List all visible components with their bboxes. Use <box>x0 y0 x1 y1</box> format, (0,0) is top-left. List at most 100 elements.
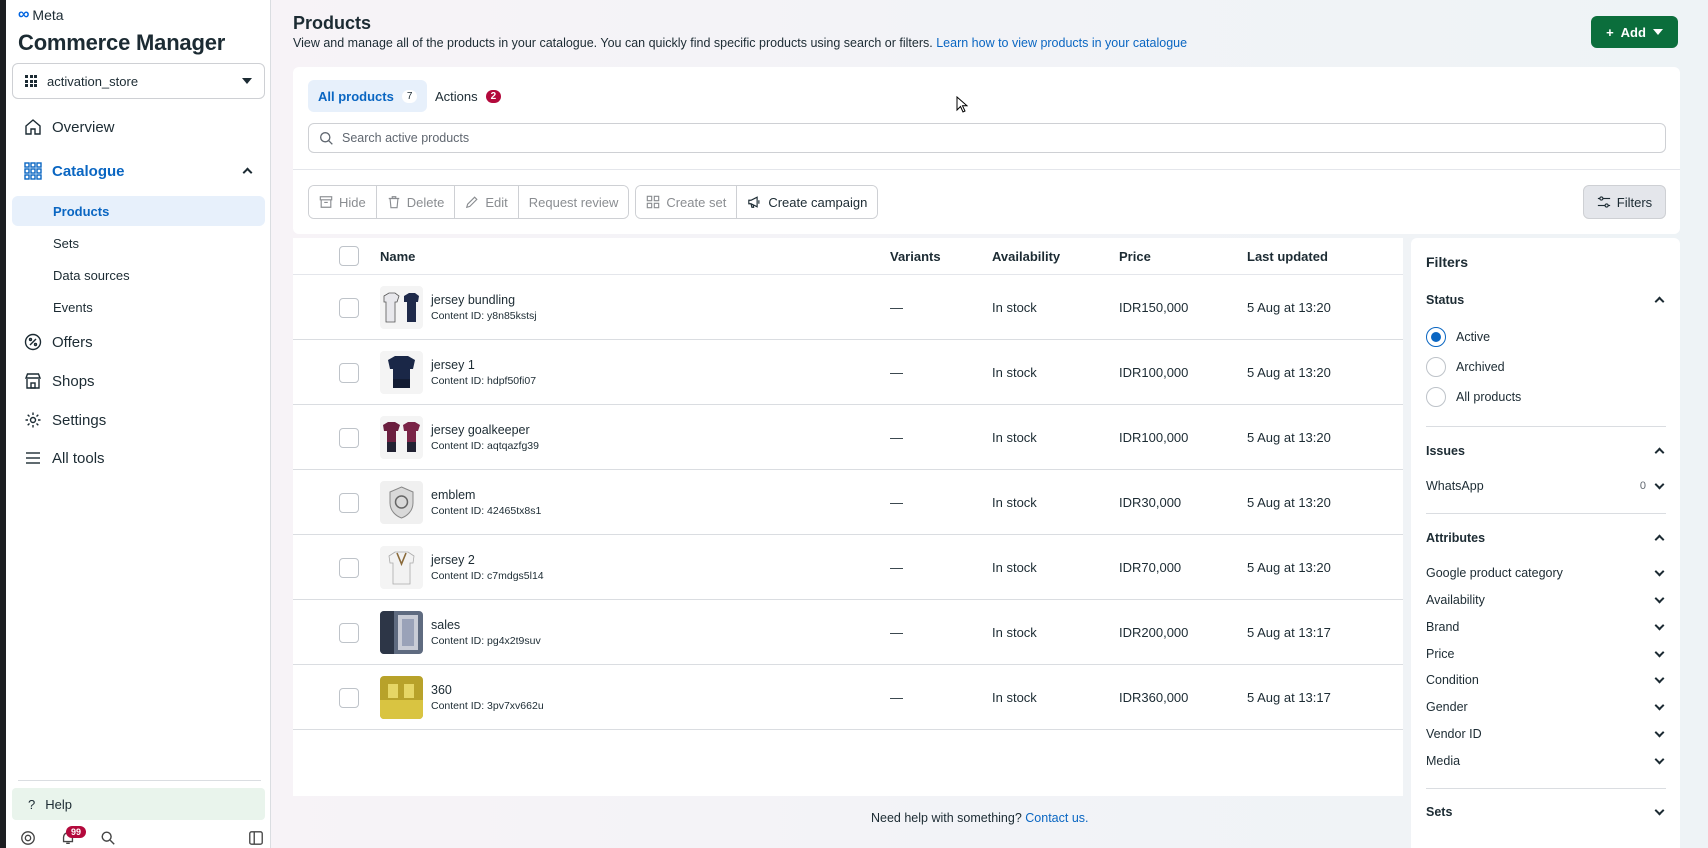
filter-section-attributes[interactable]: Attributes <box>1426 528 1666 548</box>
status-option-active[interactable]: Active <box>1426 326 1490 348</box>
content-id: Content ID: c7mdgs5l14 <box>431 570 544 582</box>
help-button[interactable]: ? Help <box>12 788 265 820</box>
notifications-bell-icon[interactable]: 99 <box>58 826 87 848</box>
table-row[interactable]: jersey 2 Content ID: c7mdgs5l14 — In sto… <box>293 535 1403 600</box>
filter-attr-price[interactable]: Price <box>1426 644 1666 664</box>
filters-title: Filters <box>1426 254 1469 270</box>
sidebar-sub-events[interactable]: Events <box>12 292 265 322</box>
edit-button[interactable]: Edit <box>455 186 519 218</box>
row-checkbox[interactable] <box>339 297 359 318</box>
create-set-button[interactable]: Create set <box>636 186 738 218</box>
filter-attr-vendor-id[interactable]: Vendor ID <box>1426 724 1666 744</box>
tab-actions[interactable]: Actions 2 <box>435 80 502 112</box>
delete-button[interactable]: Delete <box>376 186 456 218</box>
filter-attr-availability[interactable]: Availability <box>1426 590 1666 610</box>
sidebar-item-catalogue[interactable]: Catalogue <box>12 154 265 188</box>
add-button[interactable]: + Add <box>1591 16 1678 48</box>
create-campaign-button[interactable]: Create campaign <box>737 186 878 218</box>
filter-attr-google-category[interactable]: Google product category <box>1426 563 1666 583</box>
column-header-last-updated[interactable]: Last updated <box>1247 238 1328 274</box>
sidebar-sub-products[interactable]: Products <box>12 196 265 226</box>
product-thumbnail <box>380 676 423 719</box>
search-input[interactable] <box>342 131 1665 145</box>
filter-section-issues[interactable]: Issues <box>1426 441 1666 461</box>
filter-attr-gender[interactable]: Gender <box>1426 697 1666 717</box>
product-name[interactable]: jersey 2 <box>431 553 544 567</box>
product-name[interactable]: jersey goalkeeper <box>431 423 539 437</box>
chevron-down-icon <box>1654 620 1665 631</box>
table-row[interactable]: emblem Content ID: 42465tx8s1 — In stock… <box>293 470 1403 535</box>
caret-down-icon <box>242 78 252 84</box>
product-name[interactable]: jersey bundling <box>431 293 537 307</box>
product-name[interactable]: jersey 1 <box>431 358 536 372</box>
action-group: Hide Delete Edit Request review <box>308 185 630 219</box>
filter-issue-whatsapp[interactable]: WhatsApp 0 <box>1426 476 1666 496</box>
filter-section-sets[interactable]: Sets <box>1426 802 1666 822</box>
row-checkbox[interactable] <box>339 622 359 643</box>
row-checkbox[interactable] <box>339 492 359 513</box>
price-cell: IDR100,000 <box>1119 365 1189 380</box>
product-thumbnail <box>380 416 423 459</box>
search-icon[interactable] <box>98 828 118 848</box>
updated-cell: 5 Aug at 13:17 <box>1247 625 1331 640</box>
store-selector[interactable]: activation_store <box>12 63 265 99</box>
table-row[interactable]: sales Content ID: pg4x2t9suv — In stock … <box>293 600 1403 665</box>
sidebar-item-offers[interactable]: Offers <box>12 325 265 359</box>
column-header-availability[interactable]: Availability <box>992 238 1060 274</box>
row-checkbox[interactable] <box>339 427 359 448</box>
product-name[interactable]: emblem <box>431 488 541 502</box>
filter-attr-media[interactable]: Media <box>1426 751 1666 771</box>
sidebar-sub-sets[interactable]: Sets <box>12 228 265 258</box>
status-option-all[interactable]: All products <box>1426 386 1521 408</box>
table-row[interactable]: jersey 1 Content ID: hdpf50fi07 — In sto… <box>293 340 1403 405</box>
radio-button[interactable] <box>1426 357 1446 377</box>
table-row[interactable]: jersey bundling Content ID: y8n85kstsj —… <box>293 275 1403 340</box>
product-name[interactable]: 360 <box>431 683 544 697</box>
sidebar-item-overview[interactable]: Overview <box>12 110 265 144</box>
updated-cell: 5 Aug at 13:20 <box>1247 365 1331 380</box>
product-thumbnail <box>380 611 423 654</box>
column-header-name[interactable]: Name <box>380 238 415 274</box>
actions-count-badge: 2 <box>485 89 502 103</box>
product-name[interactable]: sales <box>431 618 541 632</box>
sidebar-sub-data-sources[interactable]: Data sources <box>12 260 265 290</box>
tab-all-products[interactable]: All products 7 <box>308 80 428 112</box>
row-checkbox[interactable] <box>339 557 359 578</box>
chevron-down-icon <box>1654 647 1665 658</box>
sidebar-item-settings[interactable]: Settings <box>12 403 265 437</box>
filters-toggle-button[interactable]: Filters <box>1583 185 1666 219</box>
meta-logo[interactable]: ∞ Meta <box>18 6 64 24</box>
column-header-price[interactable]: Price <box>1119 238 1151 274</box>
radio-button[interactable] <box>1426 327 1446 347</box>
row-checkbox[interactable] <box>339 687 359 708</box>
filter-attr-condition[interactable]: Condition <box>1426 670 1666 690</box>
sidebar-item-shops[interactable]: Shops <box>12 364 265 398</box>
contact-us-link[interactable]: Contact us. <box>1025 811 1088 825</box>
collapse-panel-icon[interactable] <box>246 828 266 848</box>
filter-section-status[interactable]: Status <box>1426 290 1666 310</box>
availability-cell: In stock <box>992 300 1037 315</box>
chevron-up-icon <box>1654 534 1665 545</box>
column-header-variants[interactable]: Variants <box>890 238 941 274</box>
product-thumbnail <box>380 286 423 329</box>
sidebar-divider <box>18 780 261 781</box>
table-row[interactable]: 360 Content ID: 3pv7xv662u — In stock ID… <box>293 665 1403 730</box>
sidebar-item-all-tools[interactable]: All tools <box>12 441 265 475</box>
content-id: Content ID: y8n85kstsj <box>431 310 537 322</box>
status-option-archived[interactable]: Archived <box>1426 356 1505 378</box>
settings-gear-icon[interactable] <box>18 828 38 848</box>
learn-more-link[interactable]: Learn how to view products in your catal… <box>936 36 1187 50</box>
radio-button[interactable] <box>1426 387 1446 407</box>
offers-icon <box>24 333 42 351</box>
filter-attr-brand[interactable]: Brand <box>1426 617 1666 637</box>
row-checkbox[interactable] <box>339 362 359 383</box>
search-bar[interactable] <box>308 123 1666 153</box>
variants-cell: — <box>890 365 903 380</box>
content-id: Content ID: pg4x2t9suv <box>431 635 541 647</box>
table-row[interactable]: jersey goalkeeper Content ID: aqtqazfg39… <box>293 405 1403 470</box>
select-all-checkbox[interactable] <box>339 246 359 266</box>
request-review-button[interactable]: Request review <box>518 186 629 218</box>
chevron-up-icon <box>1654 296 1665 307</box>
updated-cell: 5 Aug at 13:20 <box>1247 560 1331 575</box>
hide-button[interactable]: Hide <box>309 186 377 218</box>
